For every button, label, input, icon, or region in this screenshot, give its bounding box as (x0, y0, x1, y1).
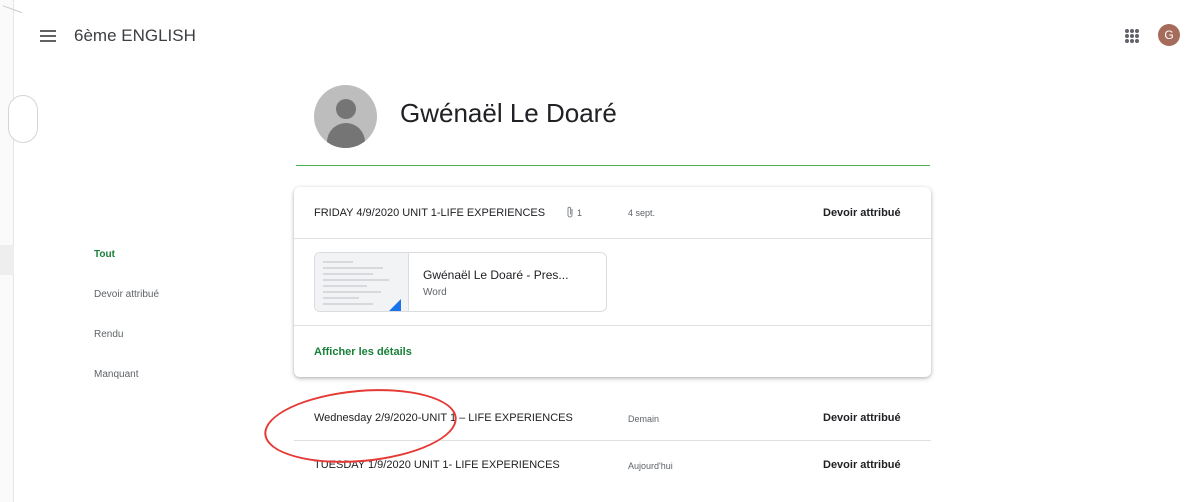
assignment-card-expanded: FRIDAY 4/9/2020 UNIT 1-LIFE EXPERIENCES … (294, 187, 931, 377)
assignment-date: Demain (628, 414, 660, 424)
student-avatar (314, 85, 377, 148)
side-notch (0, 245, 14, 275)
attachment-count: 1 (577, 208, 583, 218)
assignment-title: Wednesday 2/9/2020-UNIT 1 – LIFE EXPERIE… (314, 412, 573, 424)
filter-assigned[interactable]: Devoir attribué (94, 289, 159, 300)
google-apps-icon[interactable] (1125, 29, 1139, 43)
file-name: Gwénaël Le Doaré - Pres... (423, 268, 569, 282)
header-divider (296, 165, 930, 166)
browser-edge (0, 0, 38, 502)
filter-returned[interactable]: Rendu (94, 329, 123, 340)
assignment-date: Aujourd'hui (628, 461, 673, 471)
attachment-file-tile[interactable]: Gwénaël Le Doaré - Pres... Word (314, 252, 607, 312)
paperclip-icon (566, 206, 574, 221)
assignment-title: FRIDAY 4/9/2020 UNIT 1-LIFE EXPERIENCES (314, 207, 546, 219)
hamburger-menu-icon[interactable] (40, 30, 56, 42)
assignment-row[interactable]: TUESDAY 1/9/2020 UNIT 1- LIFE EXPERIENCE… (294, 441, 931, 487)
assignment-date: 4 sept. (628, 208, 656, 218)
assignment-status: Devoir attribué (823, 459, 901, 471)
account-avatar[interactable]: G (1158, 24, 1180, 46)
top-bar: 6ème ENGLISH G (14, 12, 1193, 68)
assignment-title: TUESDAY 1/9/2020 UNIT 1- LIFE EXPERIENCE… (314, 459, 560, 471)
assignment-row[interactable]: Wednesday 2/9/2020-UNIT 1 – LIFE EXPERIE… (294, 395, 931, 441)
filter-missing[interactable]: Manquant (94, 369, 138, 380)
assignment-header[interactable]: FRIDAY 4/9/2020 UNIT 1-LIFE EXPERIENCES … (294, 187, 931, 239)
assignment-status: Devoir attribué (823, 207, 901, 219)
word-file-icon (387, 299, 401, 311)
student-name: Gwénaël Le Doaré (400, 98, 617, 128)
file-type: Word (423, 287, 447, 298)
side-handle (8, 95, 38, 143)
filter-all[interactable]: Tout (94, 249, 115, 260)
assignment-status: Devoir attribué (823, 412, 901, 424)
card-divider (294, 325, 931, 326)
class-title[interactable]: 6ème ENGLISH (74, 26, 196, 46)
show-details-link[interactable]: Afficher les détails (314, 346, 412, 358)
file-thumbnail (315, 253, 409, 311)
